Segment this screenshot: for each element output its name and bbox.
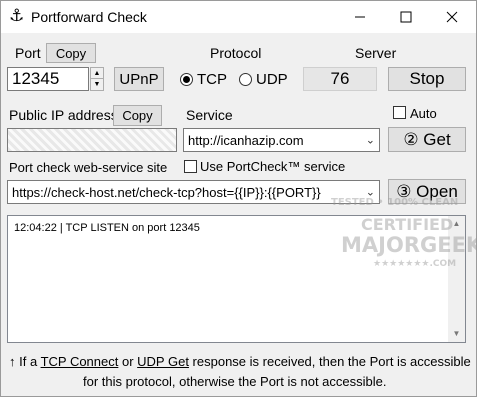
chevron-down-icon: ⌄ (365, 134, 375, 147)
service-select[interactable]: http://icanhazip.com ⌄ (183, 128, 380, 152)
tcp-radio[interactable] (180, 73, 193, 86)
close-button[interactable] (429, 1, 475, 33)
auto-checkbox[interactable] (393, 106, 406, 119)
tcp-connect-link[interactable]: TCP Connect (41, 354, 119, 369)
spin-down-icon[interactable]: ▼ (91, 79, 103, 90)
public-ip-field[interactable] (7, 128, 177, 152)
anchor-icon: ⚓ (9, 6, 25, 25)
port-label: Port (15, 45, 41, 61)
use-portcheck-label: Use PortCheck™ service (200, 159, 346, 174)
footer-text: response is received, then the Port is a… (188, 354, 471, 369)
udp-radio-label: UDP (256, 71, 288, 88)
maximize-icon (400, 11, 412, 23)
minimize-button[interactable] (337, 1, 383, 33)
watermark-line3: MAJORGEEKS (341, 233, 477, 257)
check-site-value: https://check-host.net/check-tcp?host={{… (12, 184, 321, 200)
copy-ip-button[interactable]: Copy (113, 105, 162, 126)
server-count: 76 (303, 67, 377, 91)
service-label: Service (186, 107, 233, 123)
window-title: Portforward Check (31, 9, 147, 25)
maximize-button[interactable] (383, 1, 429, 33)
server-label: Server (355, 45, 397, 61)
footer-note-line2: for this protocol, otherwise the Port is… (83, 374, 387, 389)
footer-note: ↑ If a TCP Connect or UDP Get response i… (9, 351, 471, 372)
footer-text: or (118, 354, 138, 369)
footer-text: ↑ If a (9, 354, 41, 369)
check-site-select[interactable]: https://check-host.net/check-tcp?host={{… (7, 180, 380, 204)
tcp-radio-label: TCP (197, 71, 227, 88)
watermark-line2: CERTIFIED (361, 215, 454, 234)
log-line: 12:04:22 | TCP LISTEN on port 12345 (14, 222, 200, 234)
stop-button[interactable]: Stop (388, 67, 466, 91)
auto-label: Auto (410, 106, 437, 121)
check-site-label: Port check web-service site (9, 160, 168, 175)
udp-radio[interactable] (239, 73, 252, 86)
scroll-down-icon[interactable]: ▼ (448, 326, 465, 342)
minimize-icon (355, 16, 365, 18)
spin-up-icon[interactable]: ▲ (91, 68, 103, 79)
close-icon (446, 11, 458, 23)
watermark-line4: ★★★★★★★.COM (373, 259, 457, 269)
port-spinner[interactable]: ▲ ▼ (90, 67, 104, 91)
port-input[interactable]: 12345 (7, 67, 89, 91)
service-select-value: http://icanhazip.com (188, 132, 304, 148)
protocol-label: Protocol (210, 45, 262, 61)
watermark-line1: TESTED • 100% CLEAN (331, 197, 459, 208)
upnp-button[interactable]: UPnP (114, 67, 164, 91)
app-window: ⚓ Portforward Check Port Copy Protocol S… (0, 0, 477, 397)
get-button[interactable]: ② Get (388, 127, 466, 152)
public-ip-label: Public IP address (9, 107, 118, 123)
udp-get-link[interactable]: UDP Get (137, 354, 189, 369)
use-portcheck-checkbox[interactable] (184, 160, 197, 173)
copy-port-button[interactable]: Copy (46, 43, 96, 63)
title-bar: ⚓ Portforward Check (1, 1, 476, 33)
